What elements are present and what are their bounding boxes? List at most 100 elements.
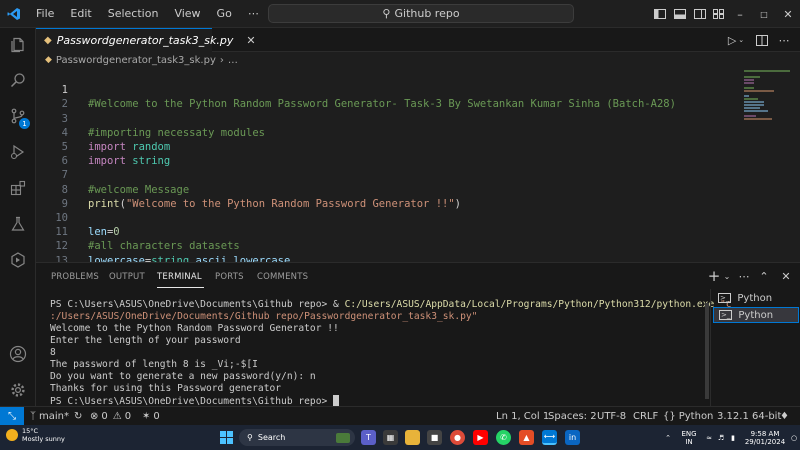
encoding[interactable]: UTF-8	[597, 407, 626, 426]
cursor-position[interactable]: Ln 1, Col 1	[496, 407, 549, 426]
minimap-line	[744, 110, 768, 112]
taskbar-search[interactable]: ⚲ Search	[239, 429, 355, 446]
linkedin-icon[interactable]: in	[565, 430, 580, 445]
notification-center-icon[interactable]: ○	[790, 425, 798, 450]
weather-widget[interactable]: 15°C Mostly sunny	[6, 427, 65, 443]
active-tab-indicator	[157, 287, 204, 288]
bottom-panel: PROBLEMS OUTPUT TERMINAL PORTS COMMENTS …	[36, 262, 800, 407]
branch-indicator[interactable]: ᛉ main* ↻	[30, 407, 82, 426]
maximize-window-icon[interactable]: □	[752, 0, 776, 28]
code-line: 4 import random	[36, 112, 740, 153]
language-indicator[interactable]: ENG IN	[678, 425, 700, 450]
search-icon: ⚲	[382, 7, 391, 20]
wifi-icon[interactable]: ≈	[703, 425, 715, 450]
youtube-icon[interactable]: ▶	[473, 430, 488, 445]
terminal-list-item-selected[interactable]: >_ Python	[713, 307, 799, 323]
whatsapp-icon[interactable]: ✆	[496, 430, 511, 445]
minimap-line	[744, 98, 758, 100]
menu-more[interactable]: ⋯	[240, 0, 267, 28]
task-view-icon[interactable]: ▦	[383, 430, 398, 445]
customize-layout-icon[interactable]	[711, 0, 727, 28]
breadcrumb-file[interactable]: Passwordgenerator_task3_sk.py	[56, 55, 216, 66]
accounts-icon[interactable]	[0, 338, 36, 370]
notifications-bell-icon[interactable]: ♦	[780, 407, 789, 426]
explorer-icon[interactable]	[0, 29, 36, 61]
tray-overflow-icon[interactable]: ⌃	[662, 425, 674, 450]
weather-sun-icon	[6, 429, 18, 441]
language-primary: ENG	[681, 429, 697, 438]
clock[interactable]: 9:58 AM 29/01/2024	[742, 425, 788, 450]
menu-go[interactable]: Go	[209, 0, 240, 28]
close-panel-icon[interactable]: ✕	[778, 268, 794, 284]
run-debug-icon[interactable]	[0, 136, 36, 168]
close-window-icon[interactable]: ✕	[776, 0, 800, 28]
code-editor[interactable]: 1 #Welcome to the Python Random Password…	[36, 68, 740, 262]
tab-problems[interactable]: PROBLEMS	[51, 272, 99, 282]
menu-selection[interactable]: Selection	[100, 0, 167, 28]
tab-comments[interactable]: COMMENTS	[257, 272, 308, 282]
terminal-dropdown-icon[interactable]: ⌄	[722, 268, 732, 284]
search-icon[interactable]	[0, 64, 36, 96]
python-file-icon: ◆	[44, 35, 52, 46]
language-mode[interactable]: {} Python	[663, 407, 713, 426]
code-line: 1 #Welcome to the Python Random Password…	[36, 69, 740, 110]
menu-edit[interactable]: Edit	[62, 0, 99, 28]
tab-ports[interactable]: PORTS	[215, 272, 244, 282]
run-python-file-icon[interactable]: ▷ ⌄	[726, 32, 746, 48]
code-line: 2	[36, 83, 740, 110]
teams-icon[interactable]: T	[361, 430, 376, 445]
file-explorer-icon[interactable]	[405, 430, 420, 445]
clock-time: 9:58 AM	[750, 429, 780, 438]
toggle-secondary-sidebar-icon[interactable]	[692, 0, 708, 28]
tab-output[interactable]: OUTPUT	[109, 272, 145, 282]
terminal-line: Welcome to the Python Random Password Ge…	[50, 323, 339, 334]
menu-file[interactable]: File	[28, 0, 62, 28]
split-editor-icon[interactable]	[754, 32, 770, 48]
windows-start-icon[interactable]	[219, 430, 234, 445]
battery-icon[interactable]: ▮	[727, 425, 739, 450]
extensions-icon[interactable]	[0, 172, 36, 204]
command-center-search[interactable]: ⚲ Github repo	[268, 4, 574, 23]
toggle-primary-sidebar-icon[interactable]	[652, 0, 668, 28]
tab-terminal[interactable]: TERMINAL	[157, 272, 202, 282]
minimap[interactable]	[742, 68, 800, 262]
minimize-window-icon[interactable]: –	[728, 0, 752, 28]
app-icon[interactable]: ▲	[519, 430, 534, 445]
toggle-panel-icon[interactable]	[672, 0, 688, 28]
remote-explorer-icon[interactable]	[0, 244, 36, 276]
taskbar-search-label: Search	[257, 433, 286, 442]
breadcrumb-separator-icon: ›	[219, 54, 224, 66]
code-line: 8 print("Welcome to the Python Random Pa…	[36, 168, 740, 210]
editor-tab-active[interactable]: ◆ Passwordgenerator_task3_sk.py ✕	[36, 28, 256, 52]
vscode-taskbar-icon[interactable]: ⟷	[542, 430, 557, 445]
code-line: 12 lowercase=string.ascii_lowercase	[36, 225, 740, 262]
python-interpreter[interactable]: 3.12.1 64-bit	[717, 407, 781, 426]
chrome-icon[interactable]: ●	[450, 430, 465, 445]
close-tab-icon[interactable]: ✕	[246, 34, 255, 47]
language-name: Python	[678, 411, 714, 422]
menu-view[interactable]: View	[166, 0, 208, 28]
code-line: 6	[36, 140, 740, 167]
source-control-icon[interactable]: 1	[0, 100, 36, 132]
more-actions-icon[interactable]: ⋯	[736, 268, 752, 284]
app-icon[interactable]: ■	[427, 430, 442, 445]
testing-flask-icon[interactable]	[0, 208, 36, 240]
new-terminal-plus-icon[interactable]: +	[706, 267, 722, 285]
terminal-list-item[interactable]: >_ Python	[713, 290, 799, 306]
terminal-output[interactable]: PS C:\Users\ASUS\OneDrive\Documents\Gith…	[50, 299, 732, 407]
problems-indicator[interactable]: ⊗ 0 ⚠ 0	[90, 407, 131, 426]
code-line: 14 digits=string.digits	[36, 254, 740, 262]
search-icon: ⚲	[247, 433, 253, 442]
ports-indicator[interactable]: ✶ 0	[142, 407, 160, 426]
settings-gear-icon[interactable]	[0, 374, 36, 406]
code-line: 11 #all characters datasets	[36, 211, 740, 252]
breadcrumb-symbol[interactable]: …	[228, 55, 238, 66]
indentation[interactable]: Spaces: 2	[548, 407, 597, 426]
end-of-line[interactable]: CRLF	[633, 407, 658, 426]
maximize-panel-icon[interactable]: ⌃	[756, 268, 772, 284]
volume-icon[interactable]: ♬	[715, 425, 727, 450]
remote-indicator-icon[interactable]: ⤡	[0, 406, 24, 426]
more-actions-icon[interactable]: ⋯	[776, 32, 792, 48]
status-bar: ⤡ ᛉ main* ↻ ⊗ 0 ⚠ 0 ✶ 0 Ln 1, Col 1 Spac…	[0, 406, 800, 426]
terminal-scrollbar[interactable]	[705, 303, 709, 399]
